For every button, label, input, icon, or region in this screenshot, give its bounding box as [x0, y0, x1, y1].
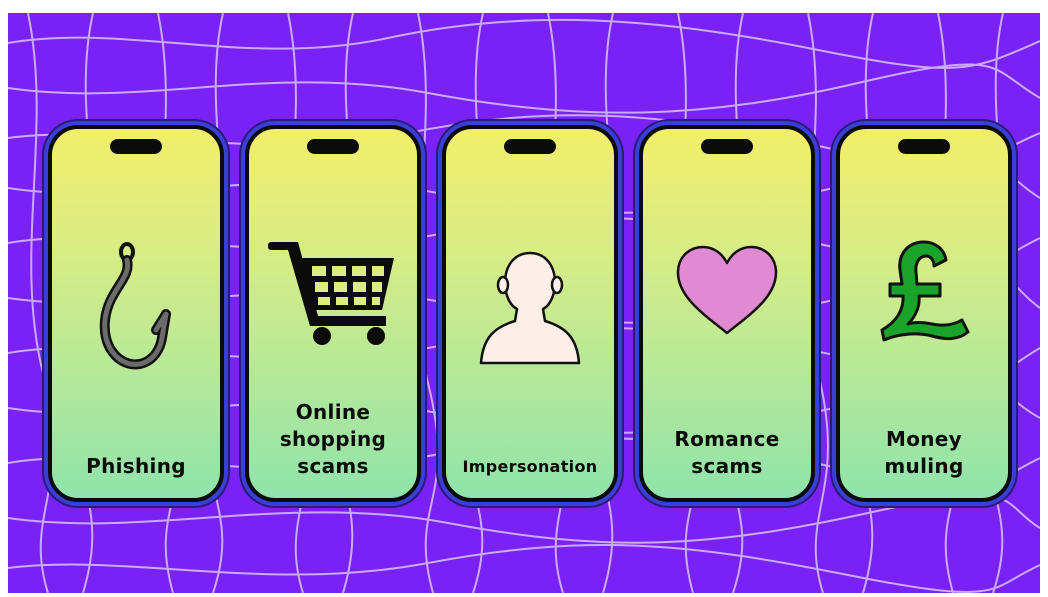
scam-label-romance: Romance scams: [674, 427, 780, 478]
scam-card-romance: Romance scams: [635, 121, 819, 506]
scam-card-phishing: Phishing: [44, 121, 228, 506]
phone-notch: [701, 139, 753, 154]
heart-icon: [676, 245, 778, 335]
pound-sign-icon: [880, 240, 970, 342]
scam-card-online-shopping: Online shopping scams: [241, 121, 425, 506]
phone-screen: Romance scams: [639, 125, 815, 502]
shopping-cart-icon: [268, 242, 394, 345]
scam-label-phishing: Phishing: [86, 454, 186, 478]
phone-notch: [504, 139, 556, 154]
phone-screen: Online shopping scams: [245, 125, 421, 502]
phone-notch: [307, 139, 359, 154]
scam-label-online-shopping: Online shopping scams: [279, 400, 387, 478]
scam-card-money-muling: Money muling: [832, 121, 1016, 506]
phone-notch: [110, 139, 162, 154]
scam-label-impersonation: Impersonation: [462, 457, 598, 476]
scam-label-money-muling: Money muling: [884, 427, 964, 478]
phone-notch: [898, 139, 950, 154]
phone-screen: Phishing: [48, 125, 224, 502]
scam-card-impersonation: Impersonation: [438, 121, 622, 506]
banner-canvas: Phishing Online shopping scams Impersona…: [8, 13, 1040, 593]
phone-screen: Impersonation: [442, 125, 618, 502]
person-silhouette-icon: [479, 251, 581, 365]
fishing-hook-icon: [99, 242, 171, 370]
phone-screen: Money muling: [836, 125, 1012, 502]
